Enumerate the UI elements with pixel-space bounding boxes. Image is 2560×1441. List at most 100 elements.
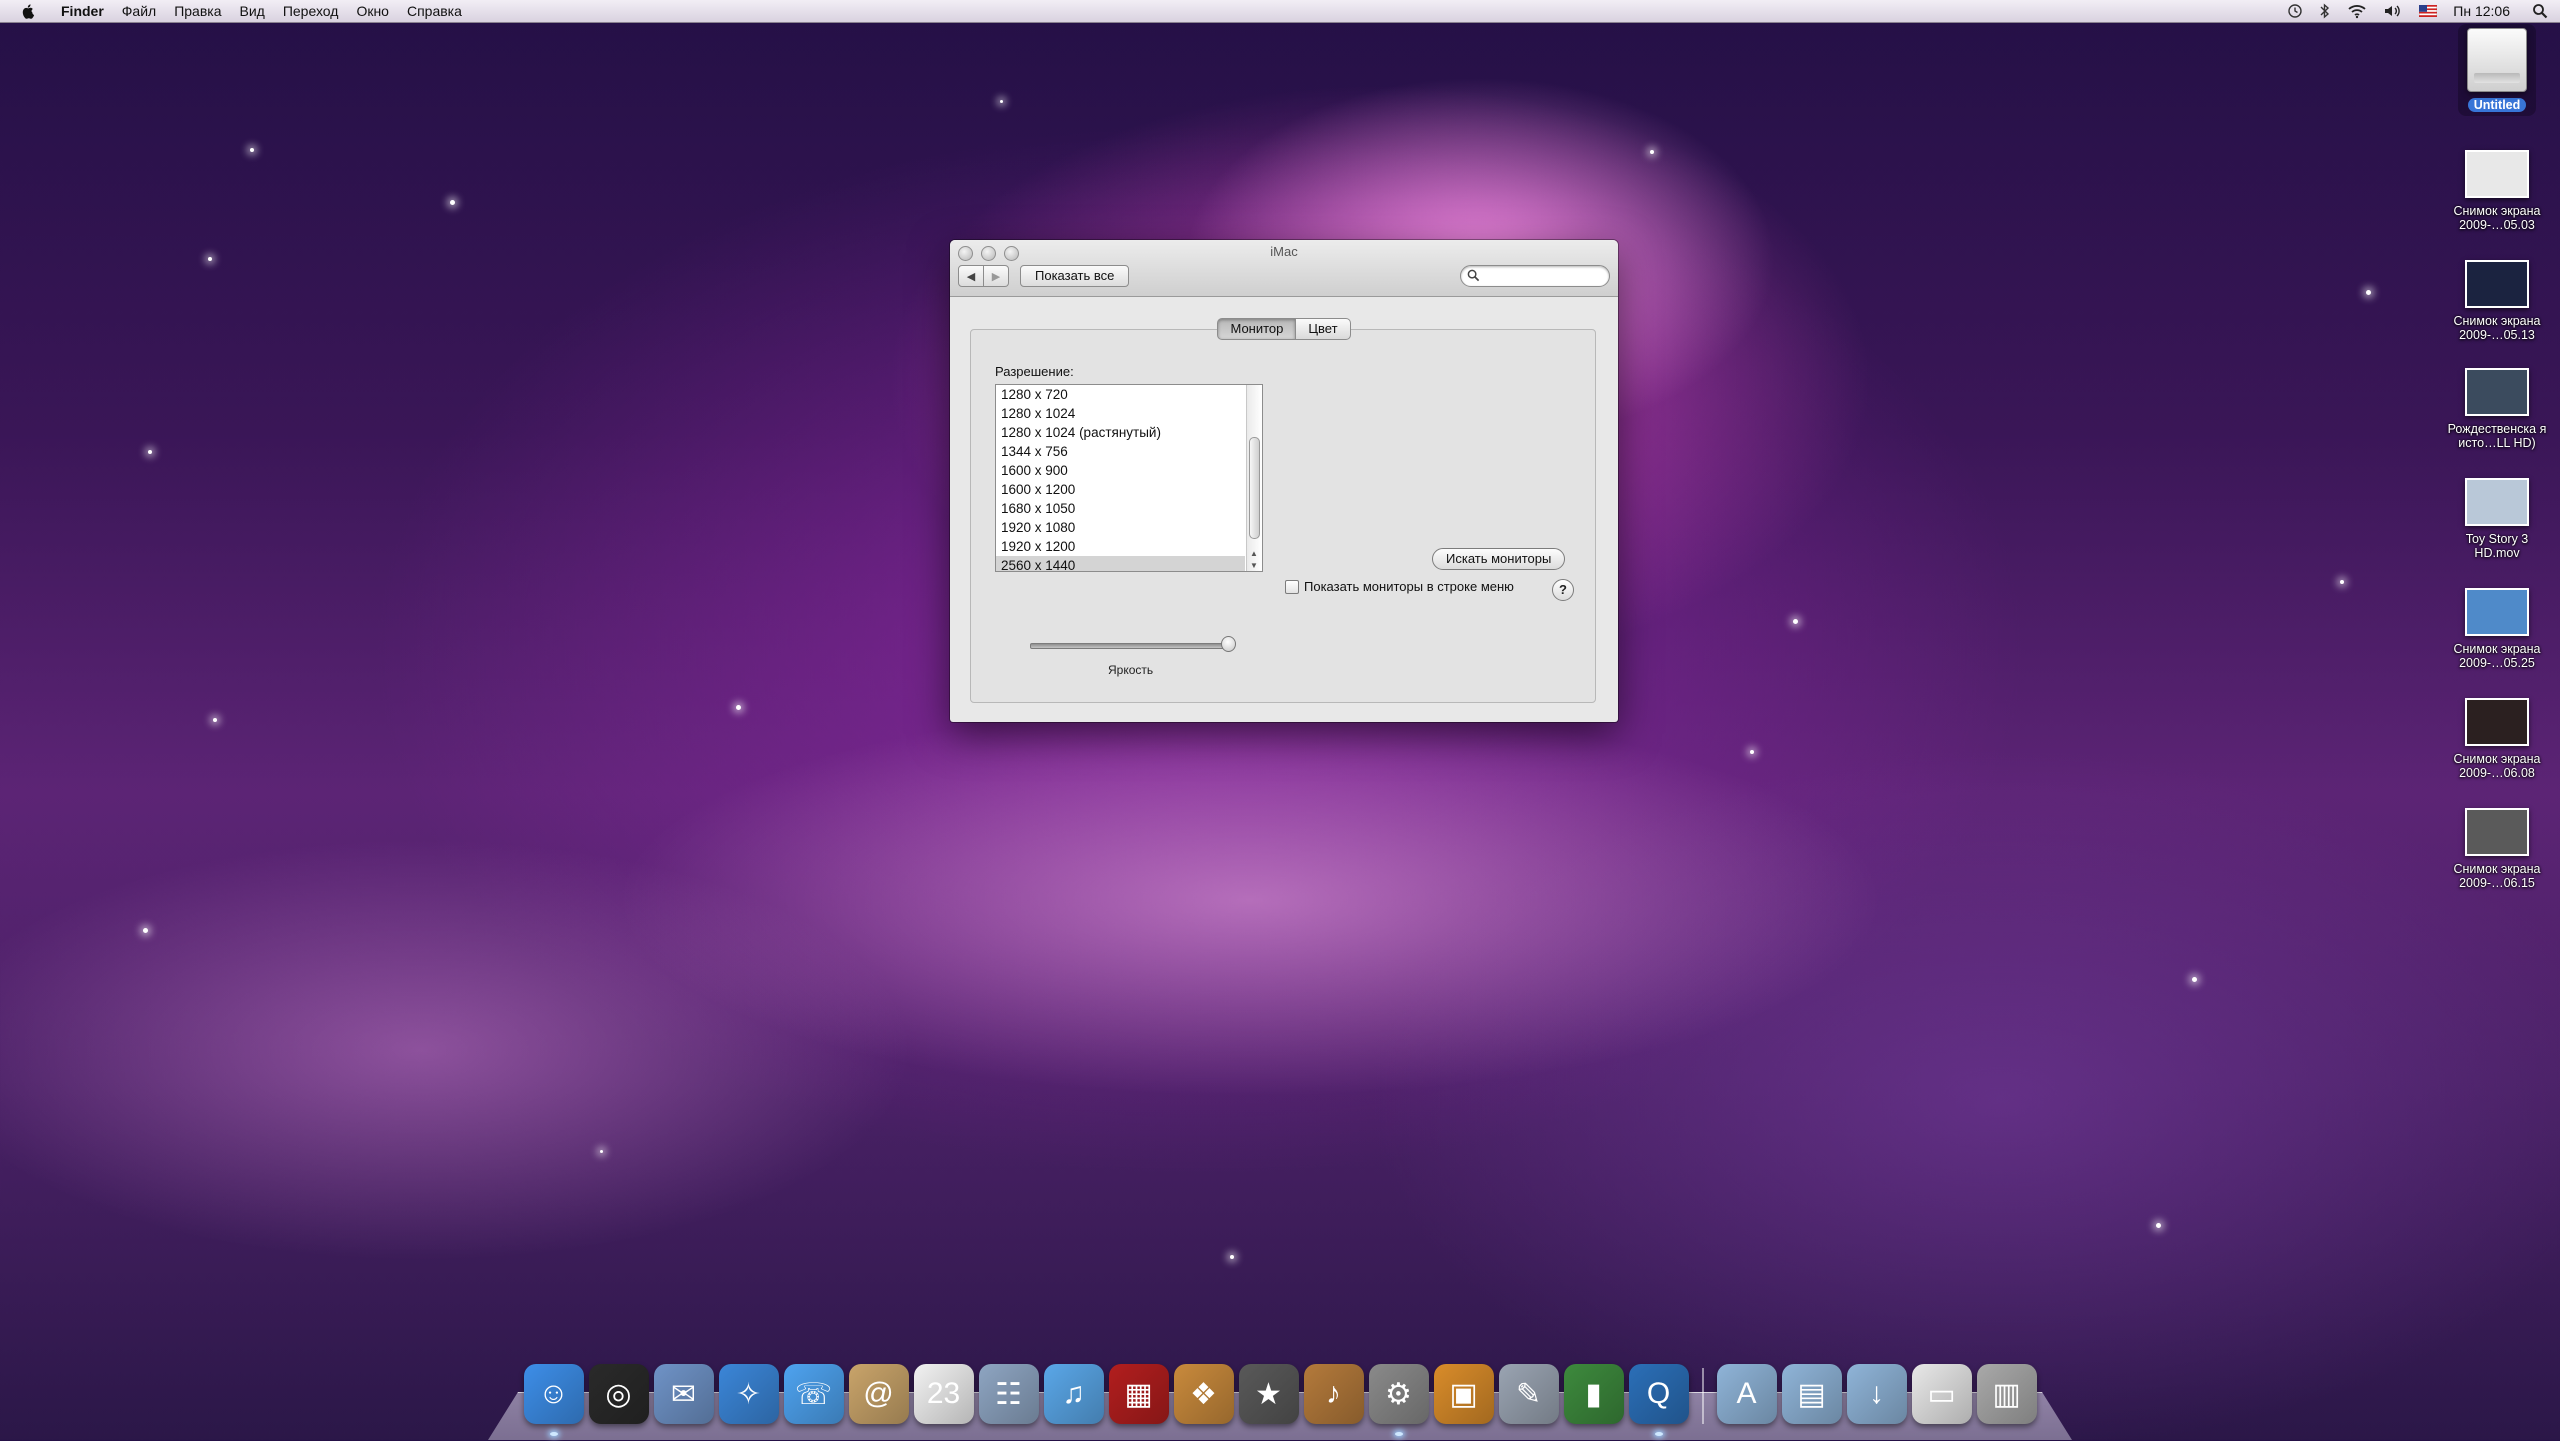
screenshot-stack-icon[interactable]: ▭ (1911, 1364, 1972, 1424)
desktop-icon-label: Снимок экрана 2009-…06.15 (2453, 862, 2541, 890)
resolution-option[interactable]: 1920 x 1080 (996, 518, 1245, 537)
bluetooth-icon[interactable] (2319, 3, 2331, 19)
desktop-icon-label: Toy Story 3 HD.mov (2465, 532, 2529, 560)
address-book-icon[interactable]: @ (848, 1364, 909, 1424)
resolution-option[interactable]: 1920 x 1200 (996, 537, 1245, 556)
numbers-icon[interactable]: ▮ (1563, 1364, 1624, 1424)
desktop-icon-file[interactable]: Снимок экрана 2009-…05.13 (2442, 260, 2552, 342)
movie-file-icon (2465, 368, 2529, 416)
search-field[interactable] (1460, 265, 1610, 287)
dock-glyph: ▥ (1992, 1377, 2021, 1411)
scrollbar-thumb[interactable] (1249, 437, 1260, 539)
ichat-icon[interactable]: ☏ (783, 1364, 844, 1424)
dock-glyph: ↓ (1869, 1377, 1884, 1410)
front-row-icon[interactable]: ▦ (1108, 1364, 1169, 1424)
scroll-down-arrow-icon[interactable]: ▼ (1250, 561, 1258, 570)
desktop-icon-file[interactable]: Toy Story 3 HD.mov (2442, 478, 2552, 560)
wifi-icon[interactable] (2347, 3, 2367, 19)
tab-color[interactable]: Цвет (1296, 318, 1351, 340)
dock: ☺ ◎ ✉ ✧ ☏ @23 ☷ ♫ ▦ ❖ ★ ♪ ⚙ ▣ ✎ ▮ Q A ▤ ↓ ▭ ▥ (520, 1356, 2040, 1436)
dock-glyph: Q (1646, 1377, 1671, 1410)
resolution-option[interactable]: 1600 x 1200 (996, 480, 1245, 499)
help-button[interactable]: ? (1552, 579, 1574, 601)
brightness-slider-knob[interactable] (1221, 636, 1236, 652)
desktop-icon-label: Снимок экрана 2009-…05.25 (2453, 642, 2541, 670)
tab-display[interactable]: Монитор (1217, 318, 1297, 340)
menu-help[interactable]: Справка (398, 0, 471, 22)
safari-icon[interactable]: ✧ (718, 1364, 779, 1424)
downloads-folder-icon[interactable]: ↓ (1846, 1364, 1907, 1424)
show-displays-in-menubar-checkbox[interactable] (1285, 579, 1299, 594)
dock-glyph: ▣ (1449, 1377, 1478, 1411)
desktop-icon-file[interactable]: Снимок экрана 2009-…06.15 (2442, 808, 2552, 890)
resolution-option-selected[interactable]: 2560 x 1440 (996, 556, 1245, 571)
dock-glyph: A (1736, 1377, 1757, 1410)
menu-file[interactable]: Файл (113, 0, 165, 22)
time-machine-icon[interactable] (2287, 3, 2303, 19)
window-title: iMac (1270, 244, 1298, 259)
ical-icon[interactable]: 23 (913, 1364, 974, 1424)
quicktime-icon[interactable]: Q (1628, 1364, 1689, 1436)
dock-glyph: ☷ (995, 1377, 1022, 1411)
desktop-icon-file[interactable]: Снимок экрана 2009-…05.03 (2442, 150, 2552, 232)
tab-bar: Монитор Цвет (950, 318, 1618, 340)
show-displays-in-menubar-label[interactable]: Показать мониторы в строке меню (1304, 579, 1514, 594)
resolution-option[interactable]: 1280 x 1024 (растянутый) (996, 423, 1245, 442)
keynote-icon[interactable]: ▣ (1433, 1364, 1494, 1424)
apple-logo-icon[interactable] (20, 3, 36, 19)
detect-displays-button[interactable]: Искать мониторы (1432, 548, 1566, 570)
iphoto-icon[interactable]: ❖ (1173, 1364, 1234, 1424)
menu-edit[interactable]: Правка (165, 0, 230, 22)
dock-glyph: ◎ (605, 1377, 632, 1411)
script-editor-icon[interactable]: ✎ (1498, 1364, 1559, 1424)
dock-glyph: ✉ (670, 1377, 697, 1411)
resolution-list[interactable]: 1280 x 720 1280 x 1024 1280 x 1024 (раст… (995, 384, 1263, 572)
garageband-icon[interactable]: ♪ (1303, 1364, 1364, 1424)
hard-disk-icon (2467, 28, 2527, 92)
menu-view[interactable]: Вид (231, 0, 274, 22)
scroll-up-arrow-icon[interactable]: ▲ (1250, 549, 1258, 558)
resolution-option[interactable]: 1344 x 756 (996, 442, 1245, 461)
applications-folder-icon[interactable]: A (1716, 1364, 1777, 1424)
volume-icon[interactable] (2383, 3, 2403, 19)
documents-folder-icon[interactable]: ▤ (1781, 1364, 1842, 1424)
resolution-label: Разрешение: (995, 364, 1074, 379)
resolution-option[interactable]: 1280 x 720 (996, 385, 1245, 404)
movie-file-icon (2465, 478, 2529, 526)
preview-icon[interactable]: ☷ (978, 1364, 1039, 1424)
menu-go[interactable]: Переход (274, 0, 348, 22)
dashboard-icon[interactable]: ◎ (588, 1364, 649, 1424)
trash-icon[interactable]: ▥ (1976, 1364, 2037, 1424)
itunes-icon[interactable]: ♫ (1043, 1364, 1104, 1424)
dock-glyph: ✧ (735, 1377, 762, 1411)
dock-glyph: ▮ (1585, 1377, 1602, 1411)
back-button[interactable]: ◀ (958, 265, 984, 287)
desktop-icon-disk[interactable]: Untitled (2442, 28, 2552, 114)
finder-icon[interactable]: ☺ (523, 1364, 584, 1436)
input-source-flag-icon[interactable] (2419, 5, 2438, 17)
screenshot-file-icon (2465, 698, 2529, 746)
desktop-icon-label: Снимок экрана 2009-…05.13 (2453, 314, 2541, 342)
forward-button[interactable]: ▶ (984, 265, 1009, 287)
desktop-icon-label: Untitled (2467, 98, 2527, 112)
resolution-option[interactable]: 1280 x 1024 (996, 404, 1245, 423)
menu-clock[interactable]: Пн 12:06 (2453, 3, 2510, 19)
show-displays-in-menubar-row: Показать мониторы в строке меню (1285, 579, 1514, 594)
mail-icon[interactable]: ✉ (653, 1364, 714, 1424)
imovie-icon[interactable]: ★ (1238, 1364, 1299, 1424)
screenshot-file-icon (2465, 260, 2529, 308)
brightness-label: Яркость (1108, 663, 1154, 677)
brightness-slider-track[interactable] (1030, 643, 1230, 649)
desktop-icon-file[interactable]: Снимок экрана 2009-…05.25 (2442, 588, 2552, 670)
menu-app-name[interactable]: Finder (52, 0, 113, 22)
show-all-button[interactable]: Показать все (1020, 265, 1130, 287)
desktop-icon-file[interactable]: Снимок экрана 2009-…06.08 (2442, 698, 2552, 780)
resolution-option[interactable]: 1680 x 1050 (996, 499, 1245, 518)
menu-window[interactable]: Окно (347, 0, 398, 22)
system-preferences-icon[interactable]: ⚙ (1368, 1364, 1429, 1436)
resolution-option[interactable]: 1600 x 900 (996, 461, 1245, 480)
desktop-icon-file[interactable]: Рождественска я исто…LL HD) (2442, 368, 2552, 450)
spotlight-icon[interactable] (2532, 3, 2548, 19)
dock-glyph: ▭ (1927, 1377, 1956, 1411)
resolution-list-scrollbar[interactable]: ▲ ▼ (1246, 385, 1262, 571)
